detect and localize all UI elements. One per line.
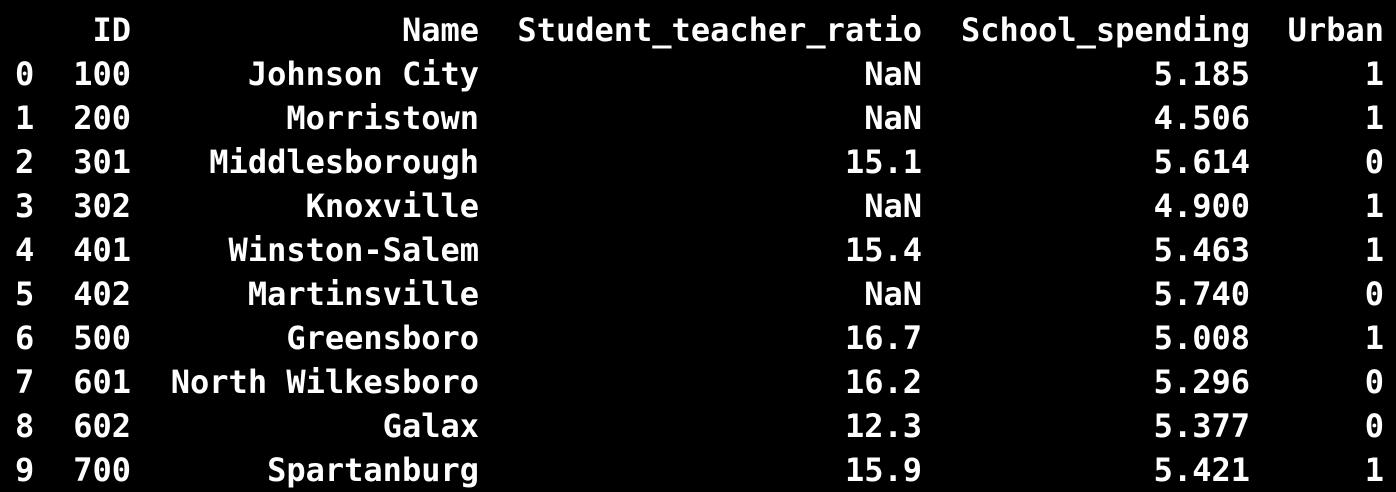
cell-id: 200 — [73, 99, 131, 137]
cell-id: 601 — [73, 363, 131, 401]
row-index: 7 — [15, 363, 35, 401]
cell-name: North Wilkesboro — [170, 363, 479, 401]
cell-id: 500 — [73, 319, 131, 357]
cell-urban: 0 — [1364, 275, 1384, 313]
cell-student-teacher-ratio: NaN — [864, 55, 922, 93]
cell-urban: 0 — [1364, 363, 1384, 401]
column-header-urban: Urban — [1287, 11, 1384, 49]
cell-id: 700 — [73, 451, 131, 489]
table-row: 0 100 Johnson City NaN 5.185 1 — [0, 52, 1396, 96]
cell-school-spending: 5.008 — [1153, 319, 1250, 357]
cell-name: Winston-Salem — [228, 231, 479, 269]
cell-name: Middlesborough — [209, 143, 479, 181]
table-row: 8 602 Galax 12.3 5.377 0 — [0, 404, 1396, 448]
cell-urban: 1 — [1364, 99, 1384, 137]
row-index: 4 — [15, 231, 35, 269]
terminal-output: ID Name Student_teacher_ratio School_spe… — [0, 0, 1396, 492]
cell-student-teacher-ratio: 15.4 — [844, 231, 922, 269]
table-row: 1 200 Morristown NaN 4.506 1 — [0, 96, 1396, 140]
cell-student-teacher-ratio: 12.3 — [844, 407, 922, 445]
cell-name: Greensboro — [286, 319, 479, 357]
table-header-row: ID Name Student_teacher_ratio School_spe… — [0, 8, 1396, 52]
cell-school-spending: 4.900 — [1153, 187, 1250, 225]
cell-id: 100 — [73, 55, 131, 93]
cell-school-spending: 5.614 — [1153, 143, 1250, 181]
cell-student-teacher-ratio: 16.2 — [844, 363, 922, 401]
cell-id: 602 — [73, 407, 131, 445]
row-index: 1 — [15, 99, 35, 137]
column-header-student-teacher-ratio: Student_teacher_ratio — [517, 11, 922, 49]
cell-urban: 1 — [1364, 231, 1384, 269]
table-row: 9 700 Spartanburg 15.9 5.421 1 — [0, 448, 1396, 492]
cell-id: 401 — [73, 231, 131, 269]
cell-name: Johnson City — [247, 55, 479, 93]
cell-student-teacher-ratio: NaN — [864, 187, 922, 225]
row-index: 6 — [15, 319, 35, 357]
cell-name: Martinsville — [247, 275, 479, 313]
cell-school-spending: 5.421 — [1153, 451, 1250, 489]
cell-urban: 1 — [1364, 451, 1384, 489]
cell-student-teacher-ratio: NaN — [864, 99, 922, 137]
table-row: 6 500 Greensboro 16.7 5.008 1 — [0, 316, 1396, 360]
cell-urban: 1 — [1364, 319, 1384, 357]
cell-name: Knoxville — [305, 187, 479, 225]
table-row: 5 402 Martinsville NaN 5.740 0 — [0, 272, 1396, 316]
cell-urban: 0 — [1364, 407, 1384, 445]
row-index: 2 — [15, 143, 35, 181]
cell-school-spending: 5.296 — [1153, 363, 1250, 401]
row-index: 8 — [15, 407, 35, 445]
cell-student-teacher-ratio: 15.9 — [844, 451, 922, 489]
column-header-id: ID — [92, 11, 131, 49]
cell-school-spending: 5.185 — [1153, 55, 1250, 93]
table-row: 4 401 Winston-Salem 15.4 5.463 1 — [0, 228, 1396, 272]
cell-school-spending: 4.506 — [1153, 99, 1250, 137]
column-header-name: Name — [401, 11, 479, 49]
cell-id: 302 — [73, 187, 131, 225]
cell-student-teacher-ratio: 16.7 — [844, 319, 922, 357]
cell-urban: 1 — [1364, 55, 1384, 93]
cell-urban: 0 — [1364, 143, 1384, 181]
cell-name: Morristown — [286, 99, 479, 137]
cell-school-spending: 5.740 — [1153, 275, 1250, 313]
row-index: 0 — [15, 55, 35, 93]
cell-student-teacher-ratio: NaN — [864, 275, 922, 313]
table-row: 7 601 North Wilkesboro 16.2 5.296 0 — [0, 360, 1396, 404]
cell-school-spending: 5.463 — [1153, 231, 1250, 269]
row-index: 3 — [15, 187, 35, 225]
row-index: 5 — [15, 275, 35, 313]
cell-id: 301 — [73, 143, 131, 181]
cell-school-spending: 5.377 — [1153, 407, 1250, 445]
cell-name: Galax — [382, 407, 479, 445]
cell-student-teacher-ratio: 15.1 — [844, 143, 922, 181]
table-row: 3 302 Knoxville NaN 4.900 1 — [0, 184, 1396, 228]
table-row: 2 301 Middlesborough 15.1 5.614 0 — [0, 140, 1396, 184]
cell-name: Spartanburg — [267, 451, 479, 489]
cell-urban: 1 — [1364, 187, 1384, 225]
row-index: 9 — [15, 451, 35, 489]
cell-id: 402 — [73, 275, 131, 313]
column-header-school-spending: School_spending — [961, 11, 1250, 49]
